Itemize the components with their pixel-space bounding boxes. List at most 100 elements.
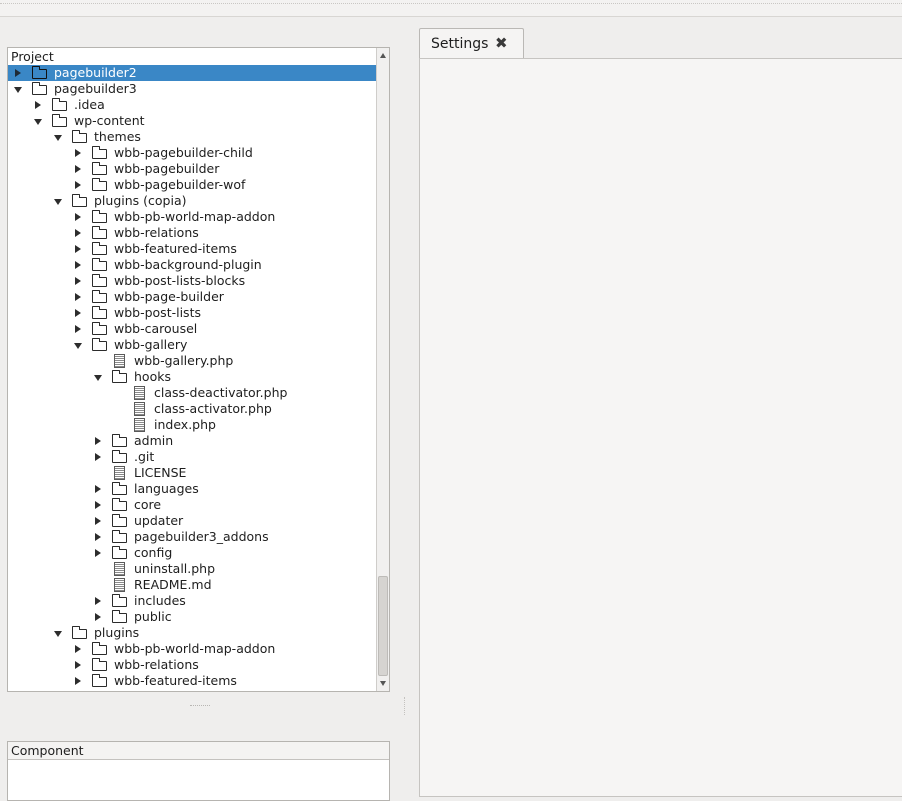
file-icon <box>134 386 145 400</box>
tree-folder-item[interactable]: wbb-relations <box>8 225 377 241</box>
tree-folder-item[interactable]: hooks <box>8 369 377 385</box>
scroll-down-arrow-icon[interactable] <box>377 677 389 690</box>
tree-folder-item[interactable]: wbb-pagebuilder <box>8 161 377 177</box>
vertical-splitter-handle[interactable] <box>404 697 405 715</box>
expander-down-icon[interactable] <box>52 193 64 209</box>
scrollbar-thumb[interactable] <box>378 576 388 676</box>
expander-right-icon[interactable] <box>72 321 84 337</box>
tree-folder-item[interactable]: wbb-featured-items <box>8 241 377 257</box>
expander-right-icon[interactable] <box>72 161 84 177</box>
tree-file-item[interactable]: index.php <box>8 417 377 433</box>
expander-right-icon[interactable] <box>92 545 104 561</box>
expander-down-icon[interactable] <box>12 81 24 97</box>
close-icon[interactable]: ✖ <box>495 35 508 52</box>
tree-folder-item[interactable]: .idea <box>8 97 377 113</box>
tree-folder-item[interactable]: wbb-featured-items <box>8 673 377 689</box>
folder-icon <box>92 258 107 271</box>
project-tree-scrollbar[interactable] <box>376 48 389 691</box>
tree-item-label: .git <box>134 449 155 464</box>
tree-folder-item[interactable]: wbb-background-plugin <box>8 257 377 273</box>
tree-item-label: public <box>134 609 172 624</box>
tree-item-label: LICENSE <box>134 465 187 480</box>
tree-folder-item[interactable]: admin <box>8 433 377 449</box>
tree-file-item[interactable]: LICENSE <box>8 465 377 481</box>
tree-item-label: wbb-gallery <box>114 337 188 352</box>
tree-folder-item[interactable]: languages <box>8 481 377 497</box>
expander-right-icon[interactable] <box>92 529 104 545</box>
expander-down-icon[interactable] <box>92 369 104 385</box>
tab-settings[interactable]: Settings ✖ <box>419 28 524 59</box>
tree-folder-item[interactable]: public <box>8 609 377 625</box>
expander-right-icon[interactable] <box>72 673 84 689</box>
project-panel: Project pagebuilder2 pagebuilder3 .idea wp-… <box>7 47 390 692</box>
folder-icon <box>72 626 87 639</box>
expander-right-icon[interactable] <box>72 145 84 161</box>
tree-folder-item[interactable]: wbb-post-lists-blocks <box>8 273 377 289</box>
tree-item-label: pagebuilder2 <box>54 65 137 80</box>
expander-down-icon[interactable] <box>52 129 64 145</box>
scroll-up-arrow-icon[interactable] <box>377 49 389 62</box>
tree-item-label: wbb-featured-items <box>114 241 237 256</box>
expander-right-icon[interactable] <box>72 273 84 289</box>
settings-content-area <box>419 58 902 797</box>
tree-folder-item[interactable]: config <box>8 545 377 561</box>
folder-icon <box>112 434 127 447</box>
tree-folder-item[interactable]: themes <box>8 129 377 145</box>
toolbar-grip[interactable] <box>0 3 902 4</box>
tree-folder-item[interactable]: plugins (copia) <box>8 193 377 209</box>
tree-folder-item[interactable]: wbb-relations <box>8 657 377 673</box>
tree-folder-item[interactable]: wbb-post-lists <box>8 305 377 321</box>
expander-right-icon[interactable] <box>72 241 84 257</box>
project-panel-title: Project <box>8 48 377 65</box>
expander-right-icon[interactable] <box>92 449 104 465</box>
tree-folder-item[interactable]: pagebuilder3 <box>8 81 377 97</box>
tree-item-label: includes <box>134 593 186 608</box>
tree-folder-item[interactable]: wbb-carousel <box>8 321 377 337</box>
expander-right-icon[interactable] <box>92 513 104 529</box>
expander-right-icon[interactable] <box>92 497 104 513</box>
tree-file-item[interactable]: class-deactivator.php <box>8 385 377 401</box>
folder-icon <box>92 674 107 687</box>
tree-file-item[interactable]: uninstall.php <box>8 561 377 577</box>
expander-right-icon[interactable] <box>72 225 84 241</box>
expander-down-icon[interactable] <box>52 625 64 641</box>
folder-icon <box>112 370 127 383</box>
file-icon <box>114 578 125 592</box>
expander-right-icon[interactable] <box>72 641 84 657</box>
panel-splitter-handle[interactable] <box>190 705 210 706</box>
expander-right-icon[interactable] <box>92 593 104 609</box>
tree-file-item[interactable]: class-activator.php <box>8 401 377 417</box>
tree-item-label: plugins (copia) <box>94 193 187 208</box>
expander-right-icon[interactable] <box>12 65 24 81</box>
expander-down-icon[interactable] <box>32 113 44 129</box>
expander-right-icon[interactable] <box>72 257 84 273</box>
tree-folder-item[interactable]: pagebuilder3_addons <box>8 529 377 545</box>
expander-right-icon[interactable] <box>72 657 84 673</box>
expander-right-icon[interactable] <box>92 433 104 449</box>
tree-folder-item[interactable]: .git <box>8 449 377 465</box>
tree-folder-item[interactable]: updater <box>8 513 377 529</box>
expander-down-icon[interactable] <box>72 337 84 353</box>
expander-right-icon[interactable] <box>92 481 104 497</box>
tree-file-item[interactable]: wbb-gallery.php <box>8 353 377 369</box>
tree-folder-item[interactable]: wp-content <box>8 113 377 129</box>
tree-folder-item[interactable]: wbb-gallery <box>8 337 377 353</box>
tree-folder-item[interactable]: includes <box>8 593 377 609</box>
tree-folder-item[interactable]: wbb-pagebuilder-wof <box>8 177 377 193</box>
tree-folder-item[interactable]: core <box>8 497 377 513</box>
expander-right-icon[interactable] <box>32 97 44 113</box>
expander-right-icon[interactable] <box>72 289 84 305</box>
tree-item-label: wbb-featured-items <box>114 673 237 688</box>
expander-right-icon[interactable] <box>72 177 84 193</box>
expander-right-icon[interactable] <box>72 209 84 225</box>
tree-folder-item[interactable]: pagebuilder2 <box>8 65 377 81</box>
expander-right-icon[interactable] <box>92 609 104 625</box>
tree-folder-item[interactable]: wbb-pagebuilder-child <box>8 145 377 161</box>
tree-folder-item[interactable]: wbb-page-builder <box>8 289 377 305</box>
expander-right-icon[interactable] <box>72 305 84 321</box>
tree-folder-item[interactable]: wbb-pb-world-map-addon <box>8 209 377 225</box>
tree-folder-item[interactable]: plugins <box>8 625 377 641</box>
tree-item-label: wbb-pb-world-map-addon <box>114 209 276 224</box>
tree-folder-item[interactable]: wbb-pb-world-map-addon <box>8 641 377 657</box>
tree-file-item[interactable]: README.md <box>8 577 377 593</box>
